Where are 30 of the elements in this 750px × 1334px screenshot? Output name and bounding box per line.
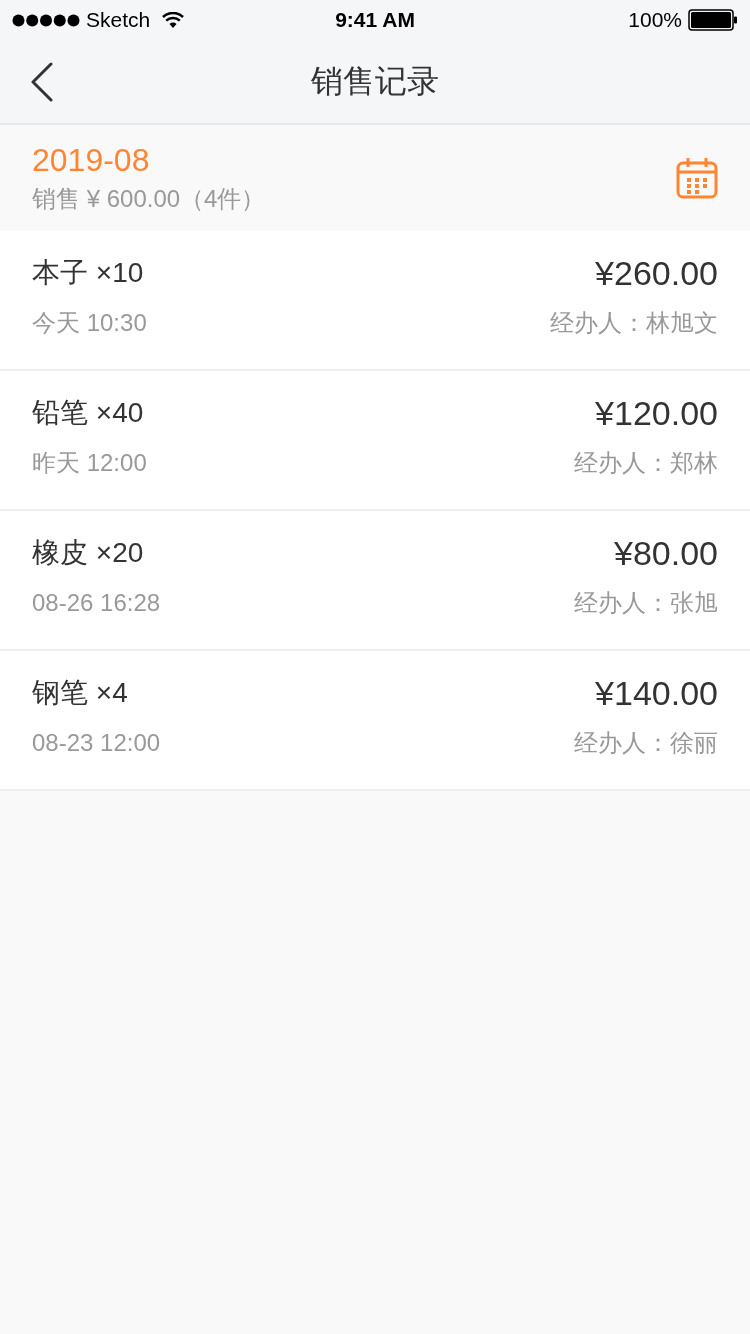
sale-time: 08-23 12:00: [32, 728, 162, 758]
handler-name: 经办人：郑林: [574, 448, 718, 478]
status-time: 9:41 AM: [335, 8, 415, 32]
carrier-name: Sketch: [86, 8, 151, 32]
handler-name: 经办人：张旭: [574, 588, 718, 618]
sale-price: ¥260.00: [594, 253, 718, 293]
sales-record[interactable]: 铅笔 ×40 ¥120.00 昨天 12:00 经办人：郑林: [0, 371, 750, 511]
product-name: 钢笔 ×4: [32, 676, 129, 710]
handler-name: 经办人：徐丽: [574, 728, 718, 758]
sale-price: ¥140.00: [594, 673, 718, 713]
signal-icon: [12, 13, 80, 27]
product-name: 本子 ×10: [32, 256, 145, 290]
wifi-icon: [162, 12, 185, 28]
product-name: 铅笔 ×40: [32, 396, 145, 430]
battery-percent: 100%: [628, 8, 682, 32]
handler-name: 经办人：林旭文: [550, 308, 718, 338]
sale-price: ¥80.00: [613, 533, 718, 573]
sale-time: 08-26 16:28: [32, 588, 162, 618]
sales-record[interactable]: 橡皮 ×20 ¥80.00 08-26 16:28 经办人：张旭: [0, 511, 750, 651]
back-icon[interactable]: [30, 61, 54, 102]
battery-icon: [688, 9, 738, 31]
sales-summary: 销售 ¥ 600.00（4件）: [32, 184, 267, 214]
sale-time: 今天 10:30: [32, 308, 148, 338]
sales-record[interactable]: 本子 ×10 ¥260.00 今天 10:30 经办人：林旭文: [0, 231, 750, 371]
product-name: 橡皮 ×20: [32, 536, 145, 570]
page-title: 销售记录: [311, 61, 439, 101]
month-label: 2019-08: [32, 142, 151, 178]
sales-record[interactable]: 钢笔 ×4 ¥140.00 08-23 12:00 经办人：徐丽: [0, 651, 750, 791]
sale-price: ¥120.00: [594, 393, 718, 433]
sale-time: 昨天 12:00: [32, 448, 148, 478]
